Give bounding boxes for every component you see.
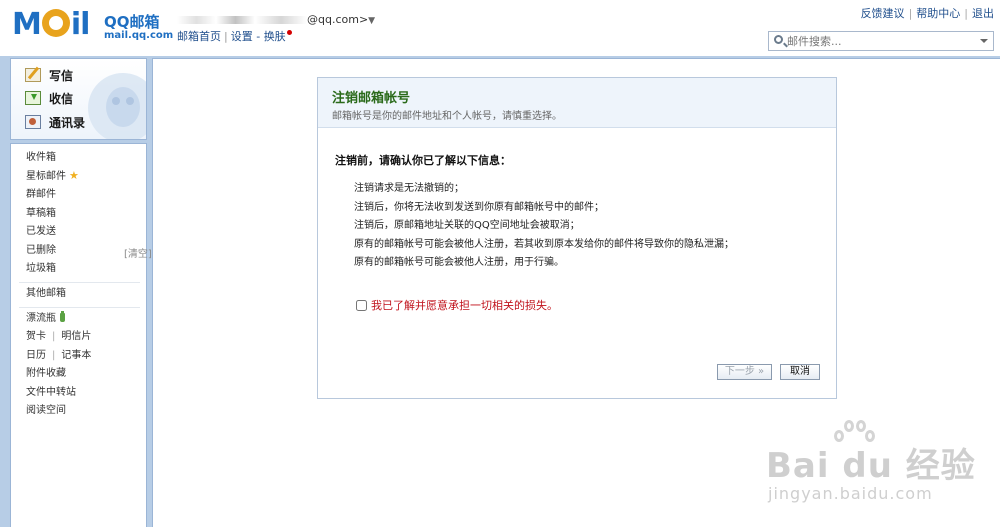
info-line: 原有的邮箱帐号可能会被他人注册，若其收到原本发给你的邮件将导致你的隐私泄漏； [354,239,734,250]
help-center-link[interactable]: 帮助中心 [916,7,960,20]
sidebar-quick-actions: 写信 收信 通讯录 [10,58,147,140]
folder-drafts[interactable]: 草稿箱 [26,207,56,221]
folder-sent[interactable]: 已发送 [26,225,56,239]
agree-label: 我已了解并愿意承担一切相关的损失。 [371,299,558,312]
contacts-label: 通讯录 [49,115,86,130]
top-link-separator: | [908,7,913,20]
drift-bottle-link[interactable]: 漂流瓶 [26,311,65,326]
logo-brand-text: QQ邮箱 [104,13,160,31]
drift-bottle-label: 漂流瓶 [26,313,56,324]
cards-row: 贺卡 | 明信片 [26,330,91,344]
notepad-link[interactable]: 记事本 [61,350,91,361]
folder-other-mailboxes[interactable]: 其他邮箱 [26,287,66,301]
compose-icon [25,68,41,82]
link-separator: | [52,350,56,361]
search-dropdown-icon[interactable] [980,39,988,43]
top-link-separator: | [964,7,968,20]
logo-mail-wordmark: Mil [12,7,90,42]
cancel-button[interactable]: 取消 [780,364,820,380]
folder-group-mail[interactable]: 群邮件 [26,188,56,202]
folder-inbox[interactable]: 收件箱 [26,151,56,165]
clear-deleted-link[interactable]: [清空] [124,245,152,260]
dialog-header: 注销邮箱帐号 邮箱帐号是你的邮件地址和个人帐号，请慎重选择。 [318,78,836,128]
star-icon: ★ [69,169,79,182]
info-line: 原有的邮箱帐号可能会被他人注册，用于行骗。 [354,257,564,268]
user-dropdown-icon[interactable]: ▼ [368,16,375,26]
watermark-url: jingyan.baidu.com [768,484,933,503]
receive-mail-label: 收信 [49,91,74,106]
info-line: 注销后，原邮箱地址关联的QQ空间地址会被取消； [354,220,580,231]
confirm-heading: 注销前，请确认你已了解以下信息： [335,154,511,167]
contacts-button[interactable]: 通讯录 [25,112,85,132]
link-separator: | [52,331,56,342]
agree-checkbox-row[interactable]: 我已了解并愿意承担一切相关的损失。 [356,298,558,312]
receive-mail-button[interactable]: 收信 [25,88,73,108]
calendar-row: 日历 | 记事本 [26,349,91,363]
file-transfer-link[interactable]: 文件中转站 [26,386,76,400]
info-line: 注销后，你将无法收到发送到你原有邮箱帐号中的邮件； [354,202,604,213]
write-mail-label: 写信 [49,68,74,83]
qq-mail-logo[interactable]: Mil QQ邮箱 mail.qq.com [12,7,173,44]
bottle-icon [60,311,65,322]
reading-space-link[interactable]: 阅读空间 [26,404,66,418]
qq-penguin-decoration-icon [88,73,146,139]
dialog-title: 注销邮箱帐号 [332,91,411,106]
greeting-card-link[interactable]: 贺卡 [26,331,46,342]
folder-starred[interactable]: 星标邮件 ★ [26,169,79,183]
mail-search-input[interactable] [787,33,972,49]
logo-o-icon [41,9,70,37]
skin-link[interactable]: 换肤 [264,30,286,43]
postcard-link[interactable]: 明信片 [61,331,91,342]
receive-icon [25,91,41,105]
redacted-username [177,16,307,24]
link-dash: - [252,30,264,43]
info-line: 注销请求是无法撤销的； [354,183,464,194]
next-step-button[interactable]: 下一步 » [717,364,772,380]
write-mail-button[interactable]: 写信 [25,65,73,85]
agree-checkbox[interactable] [356,299,367,311]
folder-spam[interactable]: 垃圾箱 [26,262,56,276]
settings-link[interactable]: 设置 [231,30,253,43]
calendar-link[interactable]: 日历 [26,350,46,361]
mail-search-box[interactable] [768,31,994,51]
cancel-account-dialog: 注销邮箱帐号 邮箱帐号是你的邮件地址和个人帐号，请慎重选择。 注销前，请确认你已… [317,77,837,399]
dialog-subtitle: 邮箱帐号是你的邮件地址和个人帐号，请慎重选择。 [332,111,562,122]
top-right-links: 反馈建议 | 帮助中心 | 退出 [861,5,994,21]
user-links: 邮箱首页 | 设置 - 换肤 [177,28,292,44]
logout-link[interactable]: 退出 [972,7,994,20]
folder-starred-label: 星标邮件 [26,171,66,182]
mailbox-home-link[interactable]: 邮箱首页 [177,30,221,43]
sidebar-folder-list: 收件箱 星标邮件 ★ 群邮件 草稿箱 已发送 已删除 [清空] 垃圾箱 其他邮箱 … [10,143,152,527]
search-icon [774,35,783,44]
header: Mil QQ邮箱 mail.qq.com @qq.com>▼ 邮箱首页 | 设置 -… [0,0,1000,56]
new-badge-dot [286,30,292,35]
watermark-text: Bai du 经验 [766,446,976,486]
contacts-icon [25,115,41,129]
logo-domain-text: mail.qq.com [104,30,174,41]
user-email-suffix: @qq.com> [307,13,369,26]
link-separator: | [224,30,228,43]
sidebar-divider [19,307,140,308]
feedback-link[interactable]: 反馈建议 [861,7,905,20]
user-account-info[interactable]: @qq.com>▼ [177,13,375,26]
sidebar-divider [19,282,140,283]
attachments-link[interactable]: 附件收藏 [26,367,66,381]
baidu-jingyan-watermark: Bai du 经验 jingyan.baidu.com [766,418,996,518]
folder-deleted[interactable]: 已删除 [26,244,56,258]
